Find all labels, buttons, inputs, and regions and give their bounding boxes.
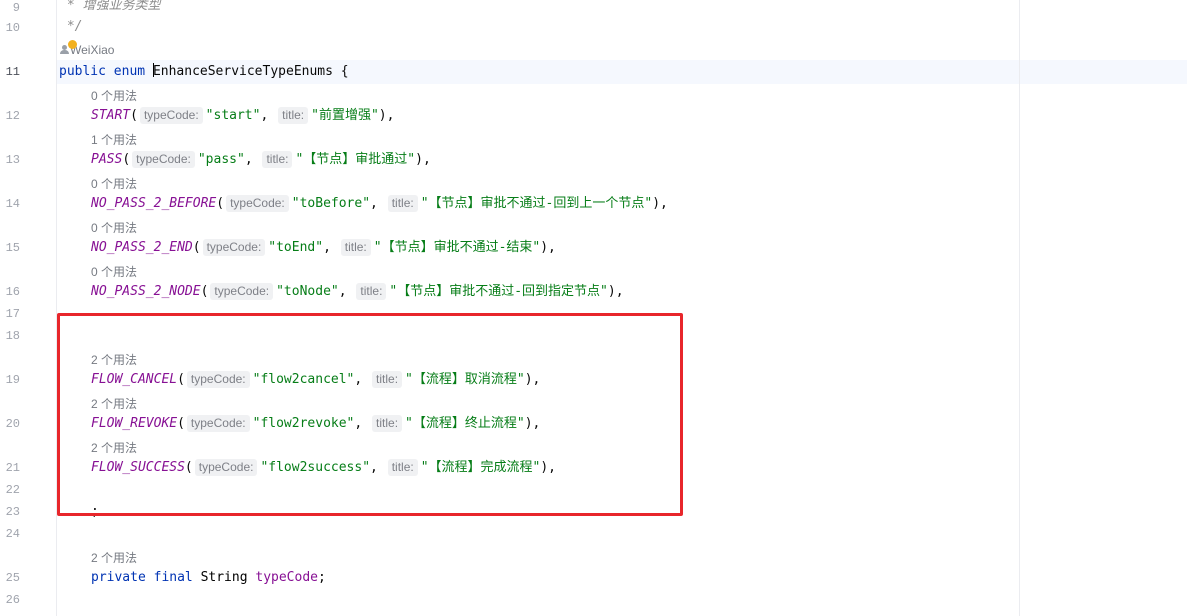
doc-comment-line[interactable]: * 增强业务类型 xyxy=(59,0,161,15)
param-hint-typecode: typeCode: xyxy=(202,239,266,256)
enum-constant-line[interactable]: NO_PASS_2_NODE(typeCode: "toNode", title:… xyxy=(91,283,624,301)
enum-constant-name: START xyxy=(91,108,131,123)
field-end: ; xyxy=(318,570,326,585)
enum-constant-name: NO_PASS_2_BEFORE xyxy=(91,196,217,211)
param-hint-typecode: typeCode: xyxy=(139,107,203,124)
usage-count-hint[interactable]: 0 个用法 xyxy=(91,264,137,280)
field-modifiers: private final xyxy=(91,570,193,585)
right-margin-guide xyxy=(1019,0,1020,616)
line-number[interactable]: 13 xyxy=(0,152,20,168)
title-string: "【节点】审批不通过-回到上一个节点" xyxy=(420,196,653,211)
enum-constant-line[interactable]: PASS(typeCode: "pass", title: "【节点】审批通过"), xyxy=(91,151,431,169)
line-number[interactable]: 18 xyxy=(0,328,20,344)
enum-declaration[interactable]: public enum EnhanceServiceTypeEnums { xyxy=(59,63,349,81)
line-number[interactable]: 11 xyxy=(0,64,20,80)
line-number[interactable]: 10 xyxy=(0,20,20,36)
type-code-string: "toNode" xyxy=(276,284,339,299)
type-code-string: "start" xyxy=(205,108,261,123)
usage-count-hint[interactable]: 0 个用法 xyxy=(91,220,137,236)
enum-constant-line[interactable]: START(typeCode: "start", title: "前置增强"), xyxy=(91,107,394,125)
param-hint-title: title: xyxy=(278,107,309,124)
type-code-string: "pass" xyxy=(197,152,245,167)
param-hint-title: title: xyxy=(356,283,387,300)
line-number[interactable]: 26 xyxy=(0,592,20,608)
open-brace: { xyxy=(332,64,349,79)
public-keyword: public xyxy=(59,64,106,79)
enum-constant-name: NO_PASS_2_NODE xyxy=(91,284,201,299)
field-type: String xyxy=(200,570,248,585)
line-number[interactable]: 9 xyxy=(0,0,20,16)
gutter-separator xyxy=(56,0,57,616)
usage-count-hint[interactable]: 2 个用法 xyxy=(91,550,137,566)
usage-count-hint[interactable]: 0 个用法 xyxy=(91,176,137,192)
lightbulb-icon[interactable] xyxy=(68,40,77,49)
type-code-string: "toEnd" xyxy=(268,240,324,255)
enum-constant-line[interactable]: NO_PASS_2_END(typeCode: "toEnd", title: "【… xyxy=(91,239,556,257)
line-number[interactable]: 15 xyxy=(0,240,20,256)
line-number[interactable]: 17 xyxy=(0,306,20,322)
line-number[interactable]: 14 xyxy=(0,196,20,212)
line-number[interactable]: 24 xyxy=(0,526,20,542)
line-number[interactable]: 12 xyxy=(0,108,20,124)
param-hint-typecode: typeCode: xyxy=(210,283,274,300)
line-number[interactable]: 22 xyxy=(0,482,20,498)
doc-comment-end[interactable]: */ xyxy=(59,18,83,36)
enum-constant-name: PASS xyxy=(91,152,123,167)
enum-keyword: enum xyxy=(113,64,146,79)
line-number[interactable]: 20 xyxy=(0,416,20,432)
line-number[interactable]: 19 xyxy=(0,372,20,388)
title-string: "【节点】审批通过" xyxy=(295,152,416,167)
param-hint-title: title: xyxy=(262,151,293,168)
type-code-string: "toBefore" xyxy=(291,196,371,211)
param-hint-title: title: xyxy=(387,195,418,212)
usage-count-hint[interactable]: 0 个用法 xyxy=(91,88,137,104)
usage-count-hint[interactable]: 1 个用法 xyxy=(91,132,137,148)
line-number[interactable]: 21 xyxy=(0,460,20,476)
title-string: "【节点】审批不通过-回到指定节点" xyxy=(389,284,608,299)
enum-constant-line[interactable]: NO_PASS_2_BEFORE(typeCode: "toBefore", ti… xyxy=(91,195,668,213)
title-string: "【节点】审批不通过-结束" xyxy=(373,240,541,255)
param-hint-typecode: typeCode: xyxy=(132,151,195,168)
param-hint-typecode: typeCode: xyxy=(226,195,289,212)
enum-constant-name: NO_PASS_2_END xyxy=(91,240,193,255)
param-hint-title: title: xyxy=(340,239,371,256)
line-number[interactable]: 16 xyxy=(0,284,20,300)
title-string: "前置增强" xyxy=(311,108,379,123)
line-number[interactable]: 25 xyxy=(0,570,20,586)
enum-name: EnhanceServiceTypeEnums xyxy=(152,64,333,79)
field-declaration[interactable]: private final String typeCode; xyxy=(91,569,326,587)
field-name: typeCode xyxy=(255,570,318,585)
red-annotation-box xyxy=(57,313,683,516)
line-number[interactable]: 23 xyxy=(0,504,20,520)
